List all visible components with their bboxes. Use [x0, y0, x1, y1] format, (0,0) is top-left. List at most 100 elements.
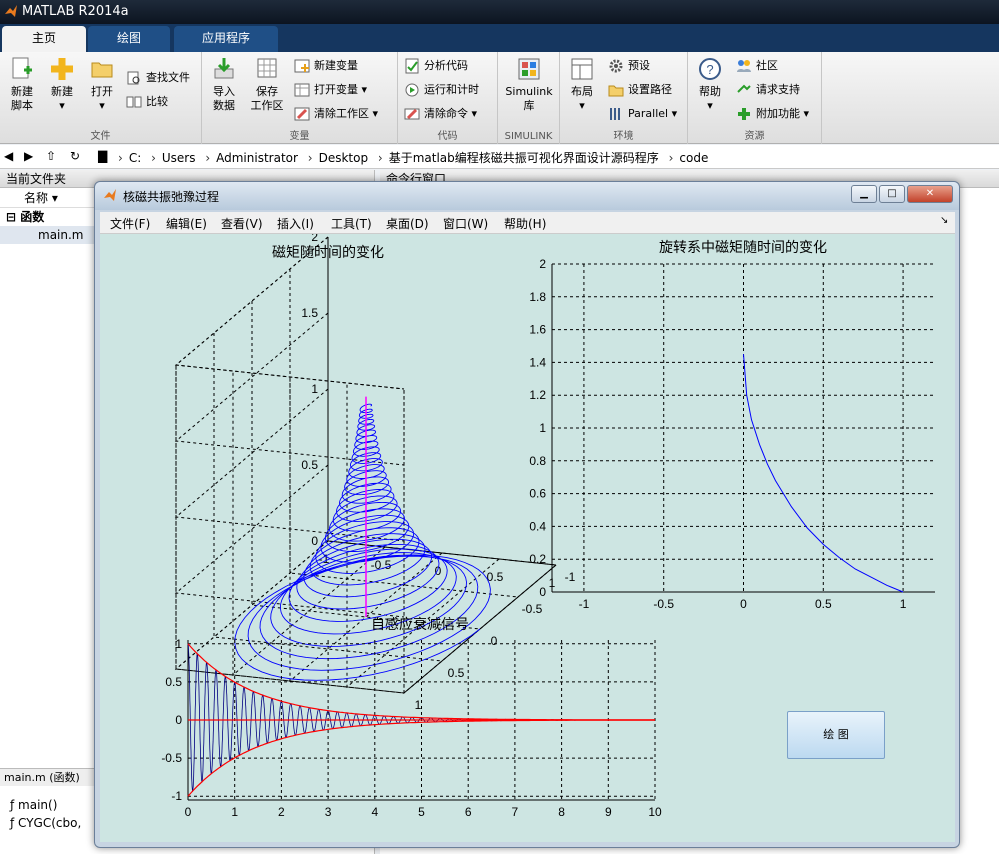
chart2-y-tick-label: 0.6 [529, 487, 546, 501]
parallel-button[interactable]: Parallel ▾ [608, 104, 677, 124]
group-label-code: 代码 [437, 131, 458, 142]
menu-desktop[interactable]: 桌面(D) [386, 215, 429, 232]
clear-commands-label: 清除命令 [424, 107, 468, 120]
new-variable-button[interactable]: 新建变量 [294, 56, 358, 76]
breadcrumb-item[interactable]: C: [129, 151, 141, 165]
y-tick-label: -1 [565, 570, 576, 584]
help-dropdown-icon[interactable]: ▾ [707, 99, 713, 112]
open-variable-label: 打开变量 [314, 83, 358, 96]
layout-dropdown-icon[interactable]: ▾ [579, 99, 585, 112]
menu-insert[interactable]: 插入(I) [277, 215, 314, 232]
column-name-label: 名称 [24, 191, 49, 205]
layout-icon [571, 58, 593, 80]
simulink-library-button[interactable]: Simulink 库 [502, 56, 556, 113]
simulink-library-label: Simulink 库 [505, 85, 553, 112]
figure-title: 核磁共振弛豫过程 [123, 190, 220, 204]
parallel-icon [610, 108, 620, 120]
address-bar: ◀ ▶ ⇧ ↻ ▇ › C: › Users › Administrator › Des… [0, 145, 999, 169]
menu-edit[interactable]: 编辑(E) [166, 215, 207, 232]
breadcrumb-item[interactable]: 基于matlab编程核磁共振可视化界面设计源码程序 [389, 151, 659, 165]
open-variable-button[interactable]: 打开变量 ▾ [294, 80, 367, 100]
analyze-code-icon [405, 58, 419, 74]
back-arrow-icon[interactable]: ◀ [4, 149, 13, 163]
chart2-x-tick-label: -0.5 [653, 597, 674, 611]
save-workspace-icon [257, 58, 277, 78]
community-button[interactable]: 社区 [736, 56, 778, 76]
set-path-button[interactable]: 设置路径 [608, 80, 672, 100]
series-rotating-frame [743, 354, 904, 593]
x-tick-label: 0.5 [487, 570, 504, 584]
import-data-button[interactable]: 导入 数据 [206, 56, 242, 113]
maximize-button[interactable]: □ [879, 185, 905, 203]
save-workspace-button[interactable]: 保存 工作区 [246, 56, 288, 113]
ribbon: 新建 脚本 新建 ▾ 打开 ▾ 查找文件 比较 文件 导入 数据 保存 工作区 新建… [0, 52, 999, 144]
community-label: 社区 [756, 59, 778, 72]
forward-arrow-icon[interactable]: ▶ [24, 149, 33, 163]
folder-open-icon [91, 62, 113, 78]
chart3-x-tick-label: 5 [418, 805, 425, 819]
breadcrumb-item[interactable]: Desktop [319, 151, 369, 165]
chart2-y-tick-label: 0.8 [529, 454, 546, 468]
close-button[interactable]: ✕ [907, 185, 953, 203]
open-variable-icon [294, 83, 310, 97]
plot-button[interactable]: 绘 图 [787, 711, 885, 759]
tab-plots[interactable]: 绘图 [88, 26, 170, 52]
function-name: main() [18, 798, 58, 812]
chart2-x-tick-label: 0.5 [815, 597, 832, 611]
breadcrumb-item[interactable]: Users [162, 151, 196, 165]
new-script-label: 新建 脚本 [11, 85, 33, 112]
chart3-x-tick-label: 9 [605, 805, 612, 819]
find-files-label: 查找文件 [146, 71, 190, 84]
y-tick-label: 0.5 [448, 666, 465, 680]
group-label-file: 文件 [90, 131, 111, 142]
dock-arrow-icon[interactable]: ↘ [940, 215, 948, 226]
menu-tools[interactable]: 工具(T) [331, 215, 372, 232]
preferences-button[interactable]: 预设 [608, 56, 650, 76]
axes3d-gridline [346, 383, 500, 689]
breadcrumb-item[interactable]: code [679, 151, 708, 165]
compare-button[interactable]: 比较 [126, 92, 168, 112]
menu-window[interactable]: 窗口(W) [443, 215, 488, 232]
set-path-icon [608, 85, 624, 97]
compare-icon [126, 96, 142, 108]
analyze-code-button[interactable]: 分析代码 [404, 56, 468, 76]
menu-file[interactable]: 文件(F) [110, 215, 150, 232]
new-dropdown-icon[interactable]: ▾ [59, 99, 65, 112]
minimize-button[interactable]: ▁ [851, 185, 877, 203]
compare-label: 比较 [146, 95, 168, 108]
open-dropdown-icon[interactable]: ▾ [99, 99, 105, 112]
add-ons-button[interactable]: 附加功能 ▾ [736, 104, 809, 124]
chart3-y-tick-label: 1 [175, 637, 182, 651]
file-name: main.m [38, 228, 84, 242]
find-files-button[interactable]: 查找文件 [126, 68, 190, 88]
menu-view[interactable]: 查看(V) [221, 215, 263, 232]
layout-button[interactable]: 布局 ▾ [564, 56, 600, 113]
new-button[interactable]: 新建 ▾ [44, 56, 80, 113]
run-and-time-icon [405, 83, 419, 97]
help-button[interactable]: ? 帮助 ▾ [692, 56, 728, 113]
request-support-button[interactable]: 请求支持 [736, 80, 800, 100]
up-folder-icon[interactable]: ⇧ [46, 149, 56, 163]
ribbon-group-variable: 导入 数据 保存 工作区 新建变量 打开变量 ▾ 清除工作区 ▾ 变量 [202, 52, 398, 144]
function-item[interactable]: ƒ CYGC(cbo, [10, 816, 81, 830]
run-and-time-button[interactable]: 运行和计时 [404, 80, 479, 100]
run-and-time-label: 运行和计时 [424, 83, 479, 96]
clear-workspace-button[interactable]: 清除工作区 ▾ [294, 104, 378, 124]
parallel-label: Parallel [628, 107, 669, 120]
browse-folder-icon[interactable]: ↻ [70, 149, 80, 163]
chart3-x-tick-label: 2 [278, 805, 285, 819]
menu-help[interactable]: 帮助(H) [504, 215, 546, 232]
breadcrumb-item[interactable]: Administrator [216, 151, 298, 165]
add-ons-label: 附加功能 [756, 107, 800, 120]
matlab-logo-icon [104, 189, 116, 201]
open-button[interactable]: 打开 ▾ [84, 56, 120, 113]
clear-commands-button[interactable]: 清除命令 ▾ [404, 104, 477, 124]
z-tick-label: 1.5 [301, 306, 318, 320]
chart3-x-tick-label: 3 [325, 805, 332, 819]
function-item[interactable]: ƒ main() [10, 798, 57, 812]
new-script-button[interactable]: 新建 脚本 [4, 56, 40, 113]
figure-title-bar: 核磁共振弛豫过程 ▁ □ ✕ [95, 182, 959, 210]
app-title-bar: MATLAB R2014a [0, 0, 999, 24]
tab-apps[interactable]: 应用程序 [174, 26, 278, 52]
tab-home[interactable]: 主页 [2, 26, 86, 52]
